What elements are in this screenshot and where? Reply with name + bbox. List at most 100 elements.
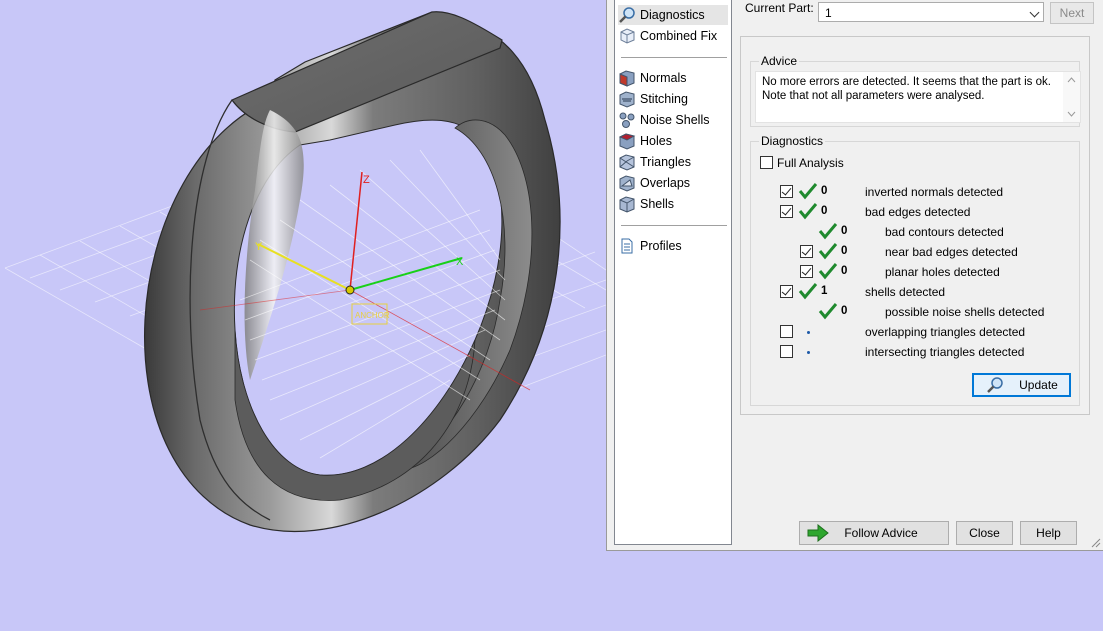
- bad-contours-count: 0: [841, 225, 848, 237]
- noise-shells-count: 0: [841, 305, 848, 317]
- pending-dot-icon: [807, 331, 810, 334]
- stitching-cube-icon: [619, 91, 635, 108]
- sidebar-item-stitching[interactable]: Stitching: [618, 89, 692, 109]
- inverted-normals-count: 0: [821, 185, 828, 197]
- follow-advice-button[interactable]: Follow Advice: [799, 521, 949, 545]
- advice-line-1: No more errors are detected. It seems th…: [762, 76, 1051, 88]
- check-mark-icon: [818, 243, 838, 260]
- follow-advice-label: Follow Advice: [844, 526, 918, 540]
- check-mark-icon: [818, 263, 838, 280]
- z-axis-label: Z: [363, 174, 370, 186]
- diagnostics-title: Diagnostics: [759, 134, 826, 148]
- sidebar-item-label: Combined Fix: [640, 29, 718, 43]
- advice-scrollbar[interactable]: [1063, 72, 1080, 122]
- next-button[interactable]: Next: [1050, 2, 1094, 24]
- sidebar-item-diagnostics[interactable]: Diagnostics: [618, 5, 728, 25]
- check-mark-icon: [818, 303, 838, 320]
- sidebar-divider: [621, 57, 727, 58]
- overlapping-triangles-checkbox[interactable]: [780, 325, 793, 338]
- advice-title: Advice: [759, 54, 800, 68]
- triangles-icon: [619, 154, 635, 171]
- bad-edges-count: 0: [821, 205, 828, 217]
- sidebar-item-normals[interactable]: Normals: [618, 68, 691, 88]
- close-button-label: Close: [969, 526, 1000, 540]
- sidebar-item-noise-shells[interactable]: Noise Shells: [618, 110, 713, 130]
- planar-holes-checkbox[interactable]: [800, 265, 813, 278]
- sidebar-item-label: Noise Shells: [640, 113, 710, 127]
- magnifier-icon: [987, 377, 1003, 393]
- y-axis-label: Y: [255, 241, 263, 253]
- full-analysis-checkbox[interactable]: [760, 156, 773, 169]
- repair-sidebar: Diagnostics Combined Fix Normals Stitchi…: [614, 0, 732, 545]
- normals-cube-icon: [619, 70, 635, 87]
- current-part-label: Current Part:: [745, 1, 814, 15]
- planar-holes-label: planar holes detected: [885, 265, 1000, 279]
- next-button-label: Next: [1059, 6, 1085, 20]
- intersecting-triangles-checkbox[interactable]: [780, 345, 793, 358]
- document-icon: [621, 238, 633, 254]
- help-button-label: Help: [1036, 526, 1061, 540]
- advice-group: Advice No more errors are detected. It s…: [750, 54, 1081, 127]
- pending-dot-icon: [807, 351, 810, 354]
- sidebar-item-label: Diagnostics: [640, 8, 705, 22]
- sidebar-item-label: Triangles: [640, 155, 691, 169]
- magnifier-icon: [619, 7, 635, 23]
- sidebar-item-label: Stitching: [640, 92, 688, 106]
- inverted-normals-label: inverted normals detected: [865, 185, 1004, 199]
- sidebar-item-triangles[interactable]: Triangles: [618, 152, 695, 172]
- intersecting-triangles-label: intersecting triangles detected: [865, 345, 1025, 359]
- sidebar-item-label: Shells: [640, 197, 675, 211]
- shells-icon: [619, 196, 635, 213]
- check-mark-icon: [818, 223, 838, 240]
- sidebar-item-label: Holes: [640, 134, 672, 148]
- overlaps-icon: [619, 175, 635, 192]
- scroll-arrows-icon: [1067, 77, 1076, 117]
- check-mark-icon: [798, 283, 818, 300]
- cube-icon: [620, 28, 635, 44]
- sidebar-item-shells[interactable]: Shells: [618, 194, 678, 214]
- bad-edges-label: bad edges detected: [865, 205, 971, 219]
- chevron-down-icon: [1029, 7, 1040, 18]
- update-button[interactable]: Update: [972, 373, 1071, 397]
- full-analysis-label: Full Analysis: [777, 156, 844, 170]
- current-part-select[interactable]: 1: [818, 2, 1044, 22]
- noise-shells-label: possible noise shells detected: [885, 305, 1045, 319]
- help-button[interactable]: Help: [1020, 521, 1077, 545]
- green-arrow-icon: [807, 524, 829, 542]
- sidebar-item-combined-fix[interactable]: Combined Fix: [618, 26, 721, 46]
- near-bad-edges-label: near bad edges detected: [885, 245, 1018, 259]
- shells-label: shells detected: [865, 285, 946, 299]
- 3d-viewport[interactable]: Z Y X ANCHOR: [0, 0, 607, 628]
- sidebar-item-profiles[interactable]: Profiles: [618, 236, 686, 256]
- check-mark-icon: [798, 183, 818, 200]
- advice-text: No more errors are detected. It seems th…: [755, 71, 1081, 123]
- near-bad-edges-count: 0: [841, 245, 848, 257]
- overlapping-triangles-label: overlapping triangles detected: [865, 325, 1026, 339]
- shells-count: 1: [821, 285, 828, 297]
- near-bad-edges-checkbox[interactable]: [800, 245, 813, 258]
- origin-marker-label: ANCHOR: [355, 311, 390, 320]
- bad-contours-label: bad contours detected: [885, 225, 1004, 239]
- repair-panel: Diagnostics Combined Fix Normals Stitchi…: [606, 0, 1103, 551]
- planar-holes-count: 0: [841, 265, 848, 277]
- inverted-normals-checkbox[interactable]: [780, 185, 793, 198]
- update-button-label: Update: [1019, 378, 1058, 392]
- sidebar-divider: [621, 225, 727, 226]
- sidebar-item-holes[interactable]: Holes: [618, 131, 676, 151]
- sidebar-item-label: Normals: [640, 71, 687, 85]
- resize-grip-icon[interactable]: [1091, 538, 1101, 548]
- advice-line-2: Note that not all parameters were analys…: [762, 90, 985, 102]
- check-mark-icon: [798, 203, 818, 220]
- shells-checkbox[interactable]: [780, 285, 793, 298]
- viewport-canvas[interactable]: Z Y X ANCHOR: [0, 0, 607, 628]
- x-axis-label: X: [456, 256, 464, 268]
- bad-edges-checkbox[interactable]: [780, 205, 793, 218]
- sidebar-item-label: Overlaps: [640, 176, 691, 190]
- diagnostics-group: Diagnostics Full Analysis 0 inverted nor…: [750, 134, 1080, 406]
- noise-shells-icon: [619, 112, 635, 128]
- diagnostics-container: Advice No more errors are detected. It s…: [740, 36, 1090, 415]
- close-button[interactable]: Close: [956, 521, 1013, 545]
- sidebar-item-overlaps[interactable]: Overlaps: [618, 173, 694, 193]
- sidebar-item-label: Profiles: [640, 239, 682, 253]
- current-part-value: 1: [825, 6, 832, 20]
